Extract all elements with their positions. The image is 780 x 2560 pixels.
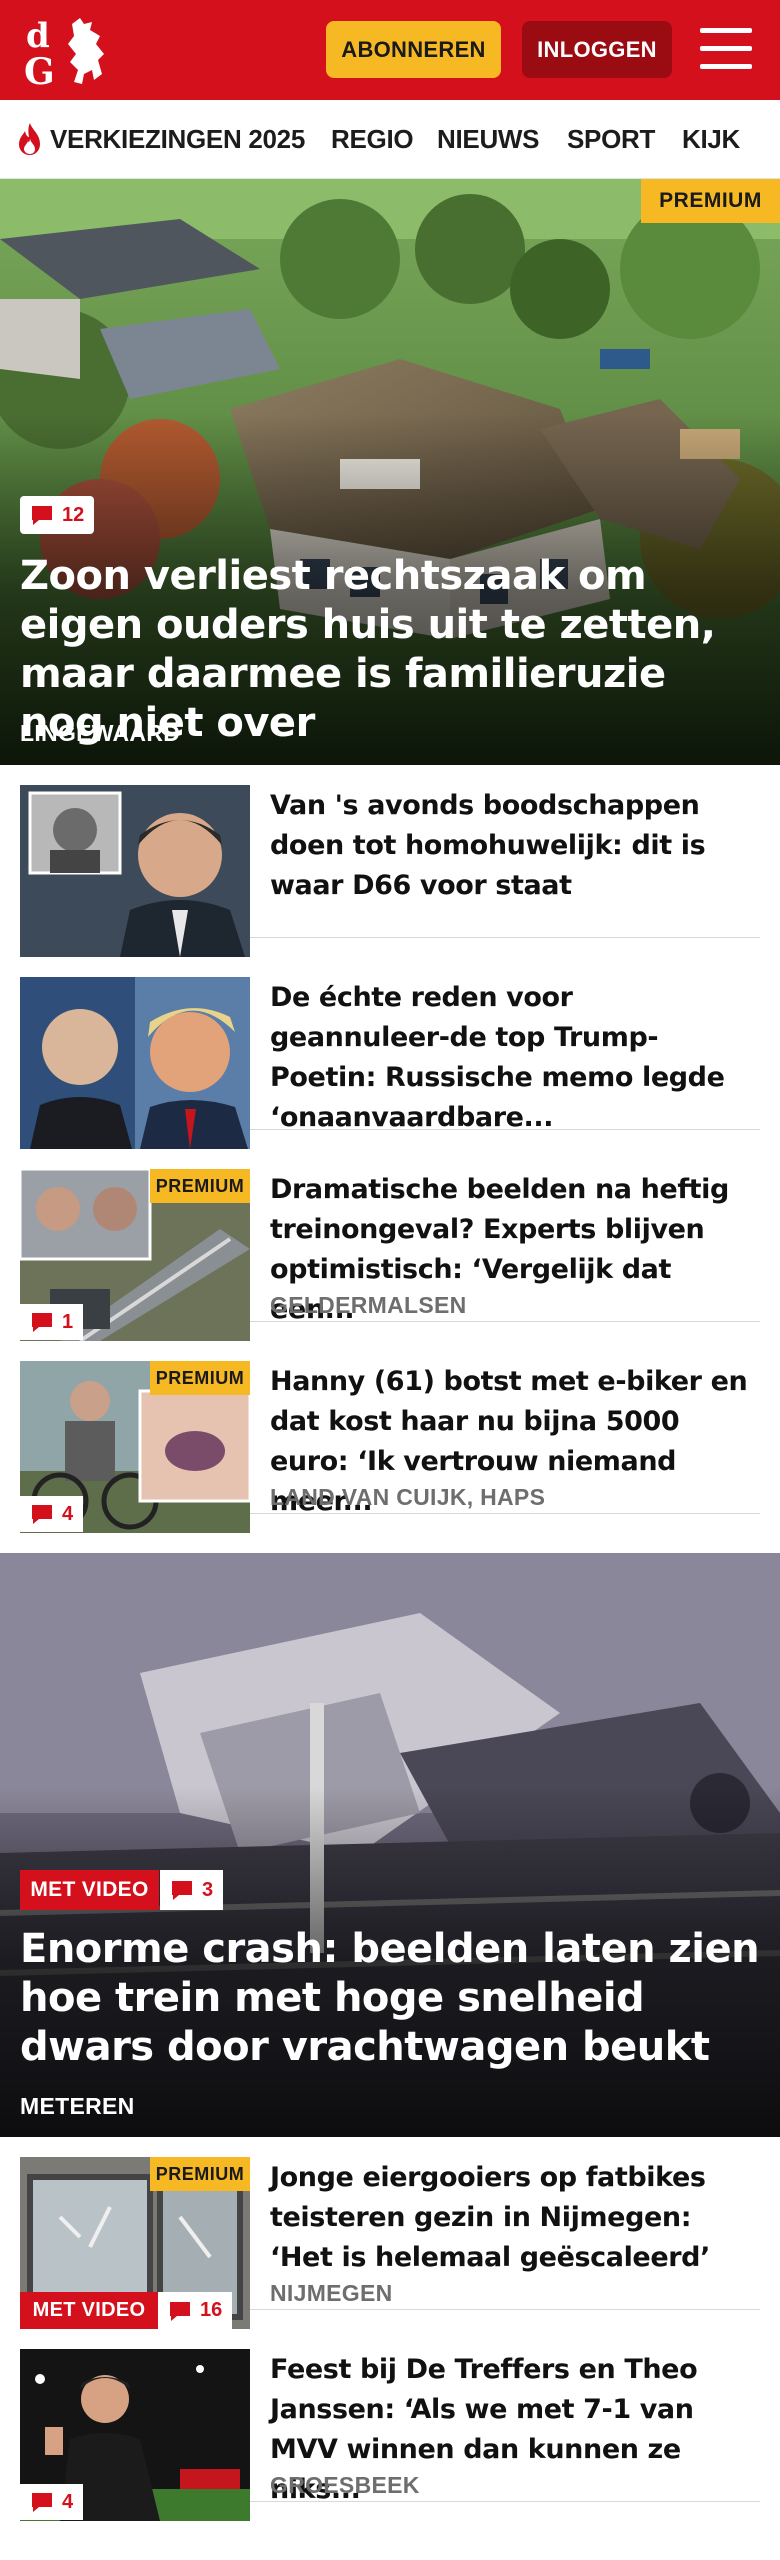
premium-badge: PREMIUM xyxy=(150,1361,250,1395)
comment-icon xyxy=(32,2493,52,2512)
article-item[interactable]: Van 's avonds boodschappen doen tot homo… xyxy=(20,765,760,957)
video-badge: MET VIDEO xyxy=(20,1870,159,1910)
login-button[interactable]: INLOGGEN xyxy=(522,21,672,78)
nav-item-nieuws[interactable]: NIEUWS xyxy=(437,100,540,178)
nav-item-kijk[interactable]: KIJK xyxy=(682,100,740,178)
section-nav: VERKIEZINGEN 2025 REGIO NIEUWS SPORT KIJ… xyxy=(0,100,780,179)
video-hero-location: METEREN xyxy=(20,2093,135,2119)
svg-text:G: G xyxy=(24,51,55,88)
comment-count-badge: 4 xyxy=(20,1496,84,1532)
comment-icon xyxy=(32,1313,52,1332)
svg-text:d: d xyxy=(26,16,50,56)
article-thumbnail xyxy=(20,977,250,1149)
video-hero-title[interactable]: Enorme crash: beelden laten zien hoe tre… xyxy=(20,1925,760,2072)
logo-icon: d G xyxy=(24,16,104,93)
comment-count-badge: 16 xyxy=(158,2292,233,2329)
premium-badge: PREMIUM xyxy=(150,2157,250,2191)
nav-item-verkiezingen[interactable]: VERKIEZINGEN 2025 xyxy=(50,100,305,178)
comment-count: 16 xyxy=(200,2299,223,2321)
article-title[interactable]: De échte reden voor geannuleer-de top Tr… xyxy=(270,978,760,1138)
top-bar: d G ABONNEREN INLOGGEN xyxy=(0,0,780,100)
logo[interactable]: d G xyxy=(22,14,118,93)
hamburger-menu-icon[interactable] xyxy=(700,26,752,72)
article-thumbnail xyxy=(20,785,250,957)
comment-count: 12 xyxy=(62,503,85,526)
nav-item-sport[interactable]: SPORT xyxy=(567,100,655,178)
hero-title[interactable]: Zoon verliest rechtszaak om eigen ouders… xyxy=(20,552,760,748)
comment-icon xyxy=(172,1881,192,1900)
hero-location: LINGEWAARD xyxy=(20,720,181,746)
comment-icon xyxy=(32,506,52,525)
premium-badge: PREMIUM xyxy=(150,1169,250,1203)
article-location: LAND VAN CUIJK, HAPS xyxy=(270,1484,546,1510)
article-location: GELDERMALSEN xyxy=(270,1292,467,1318)
comment-count-badge: 3 xyxy=(160,1870,224,1910)
comment-count: 4 xyxy=(62,2490,74,2513)
article-location: GROESBEEK xyxy=(270,2472,420,2498)
comment-count: 4 xyxy=(62,1502,74,1525)
hero-article[interactable]: PREMIUM 12 Zoon verliest rechtszaak om e… xyxy=(0,179,780,765)
subscribe-button[interactable]: ABONNEREN xyxy=(326,21,501,78)
article-title[interactable]: Van 's avonds boodschappen doen tot homo… xyxy=(270,786,760,906)
video-hero-article[interactable]: MET VIDEO 3 Enorme crash: beelden laten … xyxy=(0,1553,780,2137)
comment-count-badge: 4 xyxy=(20,2484,84,2520)
flame-icon xyxy=(19,123,40,155)
comment-icon xyxy=(32,1505,52,1524)
article-item[interactable]: PREMIUM 1 Dramatische beelden na heftig … xyxy=(20,1149,760,1341)
video-badge: MET VIDEO xyxy=(20,2292,158,2329)
comment-icon xyxy=(170,2301,190,2321)
article-location: NIJMEGEN xyxy=(270,2280,393,2306)
article-title[interactable]: Jonge eiergooiers op fatbikes teisteren … xyxy=(270,2158,760,2278)
article-item[interactable]: 4 Feest bij De Treffers en Theo Janssen:… xyxy=(20,2329,760,2521)
premium-badge: PREMIUM xyxy=(641,179,780,223)
article-item[interactable]: De échte reden voor geannuleer-de top Tr… xyxy=(20,957,760,1149)
comment-count: 1 xyxy=(62,1310,74,1333)
comment-count-badge: 12 xyxy=(20,496,95,534)
article-item[interactable]: PREMIUM 4 Hanny (61) botst met e-biker e… xyxy=(20,1341,760,1533)
comment-count-badge: 1 xyxy=(20,1304,84,1340)
article-item[interactable]: PREMIUM MET VIDEO 16 Jonge eiergooiers o… xyxy=(20,2137,760,2329)
comment-count: 3 xyxy=(202,1878,214,1901)
nav-item-regio[interactable]: REGIO xyxy=(331,100,414,178)
